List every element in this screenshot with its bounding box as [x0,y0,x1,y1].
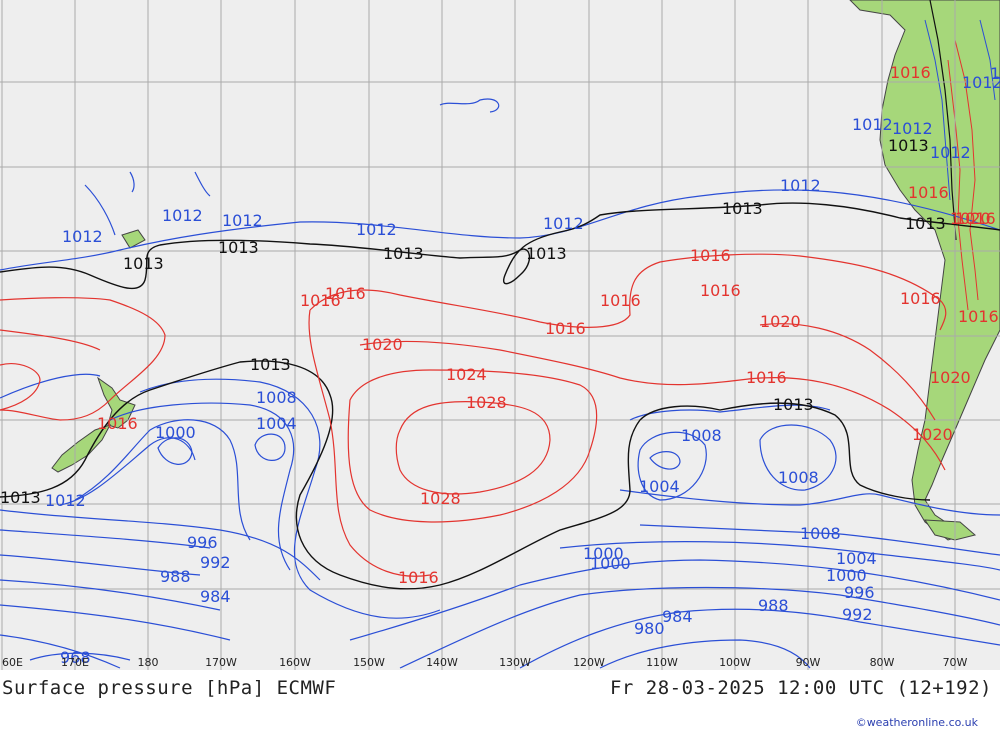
isobar-label-red: 1028 [420,489,461,508]
isobar-label-red: 1020 [362,335,403,354]
isobar-label-blue: 992 [842,605,873,624]
isobar-label-red: 1016 [690,246,731,265]
isobar-label-blue: 1012 [45,491,86,510]
isobar-label-black: 1013 [0,488,41,507]
isobar-label-black: 1013 [888,136,929,155]
isobar-label-blue: 1012 [892,119,933,138]
isobar-label-blue: 984 [662,607,693,626]
isobar-label-blue: 1000 [590,554,631,573]
isobar-label-blue: 1004 [256,414,297,433]
isobar-label-red: 1016 [97,414,138,433]
isobar-label-red: 1016 [600,291,641,310]
isobar-label-black: 1013 [383,244,424,263]
isobar-label-blue: 1012 [356,220,397,239]
isobar-label-blue: 996 [844,583,875,602]
longitude-tick-label: 70W [943,656,968,669]
isobar-label-blue: 996 [187,533,218,552]
isobar-label-black: 1013 [773,395,814,414]
longitude-tick-label: 60E [2,656,23,669]
longitude-tick-label: 80W [870,656,895,669]
isobar-label-red: 1020 [760,312,801,331]
isobar-label-red: 1020 [912,425,953,444]
isobar-label-red: 1016 [955,209,996,228]
isobar-label-red: 1016 [300,291,341,310]
longitude-tick-label: 170W [205,656,237,669]
longitude-tick-label: 130W [499,656,531,669]
longitude-tick-label: 110W [646,656,678,669]
isobar-label-blue: 1008 [256,388,297,407]
isobar-label-blue: 1012 [990,64,1000,83]
isobar-label-blue: 1008 [778,468,819,487]
isobar-label-blue: 980 [634,619,665,638]
isobar-label-blue: 1012 [543,214,584,233]
isobar-label-red: 1016 [908,183,949,202]
pressure-map: 1016 1016 1016 1016 1016 1016 1016 1016 1016 1016… [0,0,1000,670]
isobar-label-blue: 988 [758,596,789,615]
isobar-label-red: 1016 [890,63,931,82]
isobar-label-red: 1016 [958,307,999,326]
isobar-label-red: 1028 [466,393,507,412]
isobar-label-red: 1024 [446,365,487,384]
isobar-label-black: 1013 [218,238,259,257]
longitude-tick-label: 100W [719,656,751,669]
isobar-label-red: 1016 [398,568,439,587]
isobar-label-red: 1016 [700,281,741,300]
map-valid-time: Fr 28-03-2025 12:00 UTC (12+192) [609,677,992,699]
isobar-label-blue: 1012 [852,115,893,134]
longitude-tick-label: 180 [138,656,159,669]
isobar-label-blue: 984 [200,587,231,606]
isobar-label-blue: 1008 [800,524,841,543]
isobar-label-black: 1013 [123,254,164,273]
credit-link[interactable]: ©weatheronline.co.uk [856,716,978,729]
isobar-label-black: 1013 [250,355,291,374]
isobar-label-red: 1016 [746,368,787,387]
isobar-label-blue: 992 [200,553,231,572]
isobar-label-blue: 1012 [930,143,971,162]
isobar-label-black: 1013 [526,244,567,263]
isobar-label-blue: 1012 [162,206,203,225]
longitude-tick-label: 140W [426,656,458,669]
longitude-tick-label: 150W [353,656,385,669]
isobar-label-red: 1020 [930,368,971,387]
map-title: Surface pressure [hPa] ECMWF [2,677,337,699]
isobar-label-blue: 1012 [62,227,103,246]
isobar-label-blue: 988 [160,567,191,586]
isobar-label-blue: 1000 [155,423,196,442]
isobar-label-blue: 1004 [639,477,680,496]
isobar-label-black: 1013 [722,199,763,218]
isobar-label-black: 1013 [905,214,946,233]
isobar-label-red: 1016 [545,319,586,338]
longitude-tick-label: 120W [573,656,605,669]
longitude-tick-label: 90W [796,656,821,669]
longitude-tick-label: 160W [279,656,311,669]
longitude-tick-label: 170E [61,656,89,669]
isobar-label-blue: 1012 [780,176,821,195]
isobar-label-blue: 1008 [681,426,722,445]
isobar-label-red: 1016 [900,289,941,308]
isobar-label-blue: 1012 [222,211,263,230]
